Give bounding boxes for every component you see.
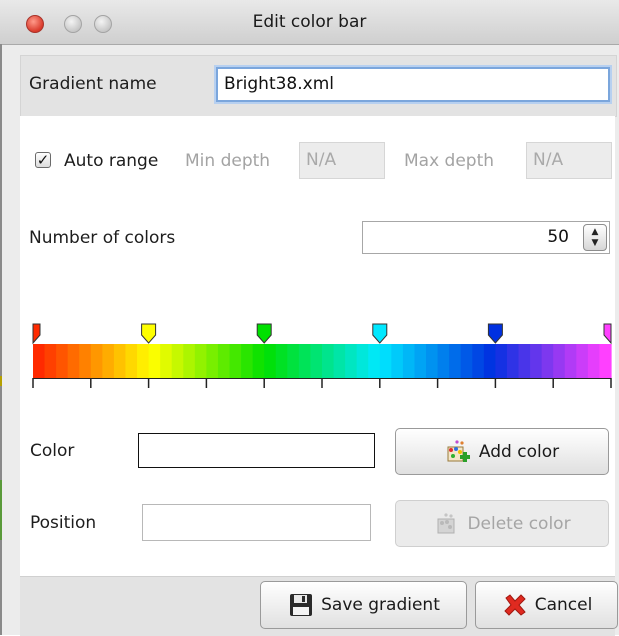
window-edge <box>0 44 2 635</box>
color-bar[interactable] <box>31 320 615 390</box>
color-bar-segment <box>368 344 381 378</box>
color-bar-segment <box>506 344 520 378</box>
add-color-label: Add color <box>478 441 560 462</box>
color-bar-segment <box>530 344 543 378</box>
color-bar-segment <box>541 344 554 378</box>
spinner-down-icon[interactable]: ▼ <box>584 239 606 248</box>
number-of-colors-value: 50 <box>547 227 569 247</box>
min-depth-input[interactable]: N/A <box>299 142 385 179</box>
add-color-button[interactable]: Add color <box>395 428 609 475</box>
color-bar-segment <box>137 344 150 378</box>
gradient-name-input[interactable]: Bright38.xml <box>216 67 610 102</box>
color-bar-segment <box>345 344 358 378</box>
min-depth-label: Min depth <box>185 151 271 171</box>
color-bar-editor[interactable] <box>31 320 615 390</box>
color-stop-marker[interactable] <box>372 323 388 344</box>
color-stop-marker[interactable] <box>141 323 157 344</box>
color-bar-segment <box>44 344 57 378</box>
color-bar-segment <box>333 344 346 378</box>
max-depth-input[interactable]: N/A <box>526 142 612 179</box>
color-stop-marker[interactable] <box>32 323 41 345</box>
cancel-button[interactable]: Cancel <box>475 581 618 629</box>
color-bar-segment <box>194 344 207 378</box>
color-bar-segment <box>322 344 335 378</box>
color-bar-segment <box>113 344 127 378</box>
color-swatch[interactable] <box>138 433 375 468</box>
color-bar-segment <box>125 344 138 378</box>
color-bar-segment <box>90 344 103 378</box>
save-gradient-button[interactable]: Save gradient <box>260 581 467 629</box>
color-bar-segment <box>495 344 508 378</box>
max-depth-label: Max depth <box>404 151 495 171</box>
delete-color-label: Delete color <box>467 513 571 534</box>
color-bar-segment <box>206 344 219 378</box>
color-bar-segment <box>553 344 566 378</box>
color-bar-segment <box>171 344 184 378</box>
color-bar-segment <box>379 344 392 378</box>
color-bar-segment <box>252 344 265 378</box>
color-bar-segment <box>460 344 473 378</box>
auto-range-label: Auto range <box>64 151 159 171</box>
palette-icon <box>437 512 455 533</box>
color-bar-segment <box>564 344 577 378</box>
spinner-arrows[interactable]: ▲ ▼ <box>583 224 607 251</box>
gradient-name-label: Gradient name <box>29 74 157 94</box>
color-label: Color <box>30 441 75 461</box>
color-bar-segment <box>587 344 601 378</box>
window-title: Edit color bar <box>252 12 367 32</box>
color-bar-segment <box>426 344 439 378</box>
color-bar-segment <box>472 344 485 378</box>
dialog-window: Edit color bar Gradient name Bright38.xm… <box>0 0 619 636</box>
color-bar-segment <box>79 344 92 378</box>
color-bar-segment <box>437 344 450 378</box>
color-bar-segment <box>518 344 531 378</box>
title-bar: Edit color bar <box>0 0 619 45</box>
color-bar-segment <box>599 344 612 378</box>
color-bar-segment <box>148 344 161 378</box>
edge-artifact <box>0 376 2 386</box>
color-bar-segment <box>160 344 173 378</box>
color-stop-marker[interactable] <box>256 323 272 344</box>
color-bar-segment <box>102 344 115 378</box>
color-bar-segment <box>576 344 589 378</box>
color-bar-segment <box>391 344 404 378</box>
cancel-label: Cancel <box>534 595 593 615</box>
number-of-colors-label: Number of colors <box>29 228 176 248</box>
color-bar-segment <box>217 344 231 378</box>
color-bar-segment <box>414 344 427 378</box>
color-bar-segment <box>264 344 277 378</box>
color-bar-segment <box>229 344 242 378</box>
position-label: Position <box>30 513 97 533</box>
color-bar-segment <box>449 344 462 378</box>
position-input[interactable] <box>142 504 371 541</box>
color-bar-segment <box>402 344 416 378</box>
color-bar-segment <box>287 344 300 378</box>
color-bar-segment <box>33 344 46 378</box>
edge-artifact <box>0 480 2 540</box>
color-bar-segment <box>67 344 80 378</box>
spinner-up-icon[interactable]: ▲ <box>584 228 606 237</box>
color-stop-marker[interactable] <box>487 323 503 344</box>
color-bar-segment <box>356 344 369 378</box>
delete-color-button[interactable]: Delete color <box>395 500 609 547</box>
color-bar-segment <box>241 344 254 378</box>
color-bar-segment <box>56 344 69 378</box>
color-bar-segment <box>298 344 312 378</box>
number-of-colors-spinner[interactable]: 50 ▲ ▼ <box>362 221 610 254</box>
save-gradient-label: Save gradient <box>321 595 440 615</box>
palette-plus-icon <box>447 439 470 462</box>
color-stop-marker[interactable] <box>603 323 612 345</box>
auto-range-checkbox[interactable]: ✓ <box>35 152 51 168</box>
floppy-disk-icon <box>290 594 313 616</box>
red-x-icon <box>503 594 526 616</box>
color-bar-segment <box>275 344 288 378</box>
color-bar-segment <box>310 344 323 378</box>
color-bar-segment <box>483 344 496 378</box>
color-bar-segment <box>183 344 196 378</box>
